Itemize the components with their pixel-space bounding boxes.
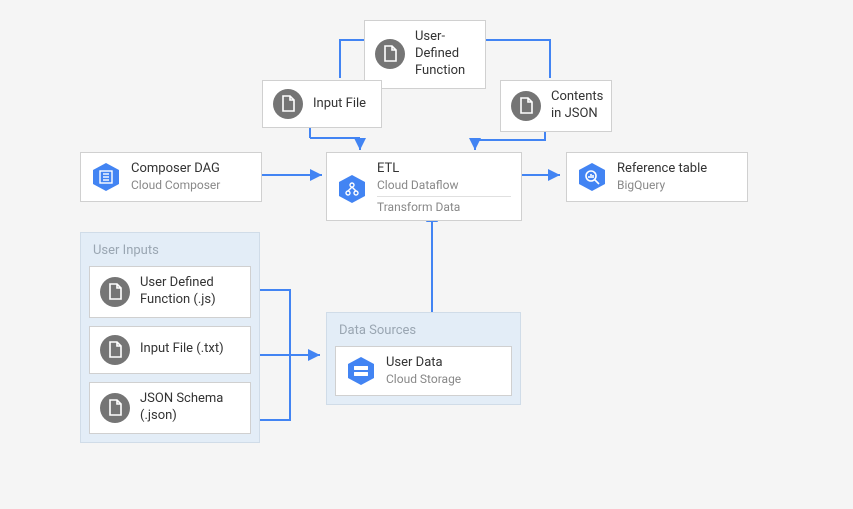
node-title: Input File [313,96,366,113]
node-user-input-udf: User Defined Function (.js) [89,266,251,318]
node-title: User-Defined [415,29,475,63]
node-title: Composer DAG [131,161,220,178]
group-user-inputs: User Inputs User Defined Function (.js) … [80,232,260,443]
bigquery-icon [577,162,607,192]
node-composer: Composer DAG Cloud Composer [80,152,262,202]
node-user-data: User Data Cloud Storage [335,346,512,396]
cloud-storage-icon [346,356,376,386]
node-contents-json: Contents in JSON [500,80,612,132]
node-title: Contents [551,89,603,106]
group-title: Data Sources [335,321,512,340]
dataflow-icon [337,174,367,204]
node-user-input-json: JSON Schema (.json) [89,382,251,434]
document-icon [100,277,130,307]
node-title-line2: Function [415,63,475,80]
node-title-line2: Function (.js) [140,292,216,309]
node-subtitle: Cloud Composer [131,178,220,194]
node-udf-top: User-Defined Function [364,20,486,89]
node-title: ETL [377,161,511,178]
node-input-file: Input File [262,80,382,128]
document-icon [273,89,303,119]
document-icon [375,39,405,69]
composer-icon [91,162,121,192]
group-data-sources: Data Sources User Data Cloud Storage [326,312,521,405]
node-title-line2: in JSON [551,106,603,123]
node-subtitle2: Transform Data [377,196,511,216]
group-title: User Inputs [89,241,251,260]
node-subtitle: Cloud Dataflow [377,178,511,194]
node-user-input-txt: Input File (.txt) [89,326,251,374]
node-etl: ETL Cloud Dataflow Transform Data [326,152,522,221]
node-title-line2: (.json) [140,408,223,425]
node-title: JSON Schema [140,391,223,408]
node-subtitle: Cloud Storage [386,372,461,388]
document-icon [511,91,541,121]
node-subtitle: BigQuery [617,178,707,194]
node-title: Reference table [617,161,707,178]
node-title: Input File (.txt) [140,341,224,358]
node-bigquery: Reference table BigQuery [566,152,748,202]
node-title: User Defined [140,275,216,292]
document-icon [100,393,130,423]
node-title: User Data [386,355,461,372]
document-icon [100,335,130,365]
